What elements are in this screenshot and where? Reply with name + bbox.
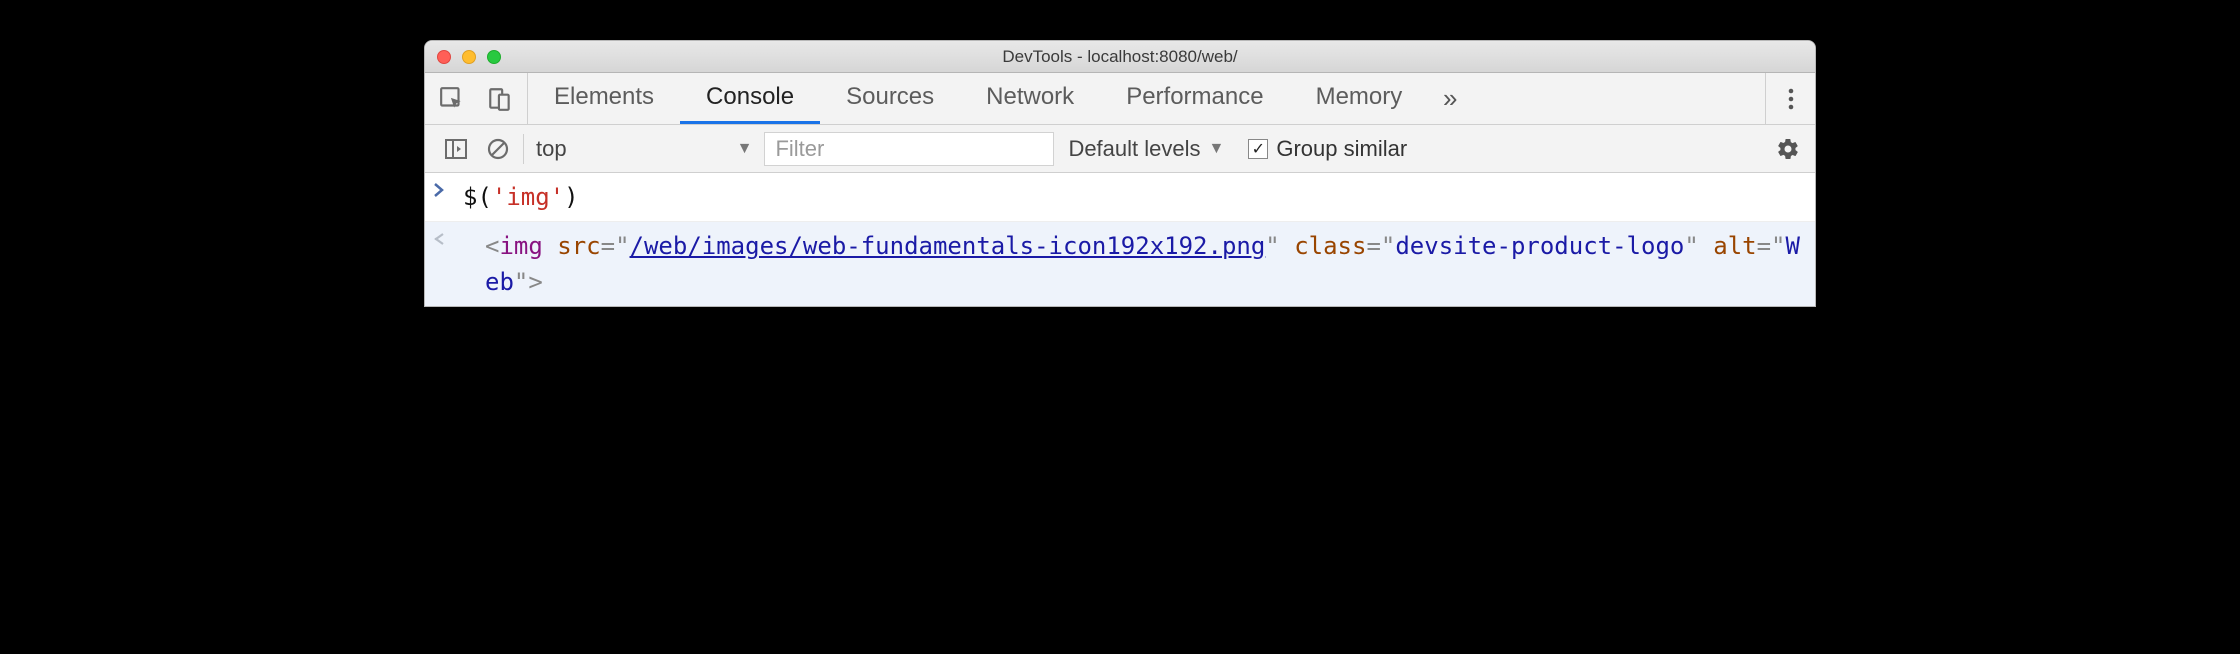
tab-elements[interactable]: Elements bbox=[528, 73, 680, 124]
context-label: top bbox=[536, 136, 567, 162]
checkbox-icon: ✓ bbox=[1248, 139, 1268, 159]
group-similar-label: Group similar bbox=[1276, 136, 1407, 162]
tab-label: Elements bbox=[554, 83, 654, 111]
console-output: $('img') <img src="/web/images/web-funda… bbox=[425, 173, 1815, 306]
tab-label: Performance bbox=[1126, 83, 1263, 111]
titlebar: DevTools - localhost:8080/web/ bbox=[425, 41, 1815, 73]
chevron-down-icon: ▼ bbox=[1209, 140, 1225, 158]
input-expression: $('img') bbox=[457, 179, 1805, 215]
console-toolbar: top ▼ Default levels ▼ ✓ Group similar bbox=[425, 125, 1815, 173]
tabs-overflow-button[interactable]: » bbox=[1428, 73, 1472, 124]
toggle-sidebar-icon[interactable] bbox=[439, 132, 473, 166]
tabbar-left-controls bbox=[425, 73, 528, 124]
input-chevron-icon bbox=[433, 179, 457, 197]
kebab-menu-icon bbox=[1788, 87, 1794, 111]
tab-performance[interactable]: Performance bbox=[1100, 73, 1289, 124]
tag-name: img bbox=[499, 232, 542, 260]
inspect-element-icon[interactable] bbox=[435, 82, 469, 116]
fn-token: $ bbox=[463, 183, 477, 211]
panel-tabs: Elements Console Sources Network Perform… bbox=[528, 73, 1765, 124]
filter-input[interactable] bbox=[764, 132, 1054, 166]
tab-label: Memory bbox=[1316, 83, 1403, 111]
close-window-button[interactable] bbox=[437, 50, 451, 64]
tab-memory[interactable]: Memory bbox=[1290, 73, 1429, 124]
tab-label: Sources bbox=[846, 83, 934, 111]
result-element: <img src="/web/images/web-fundamentals-i… bbox=[457, 228, 1805, 300]
tab-sources[interactable]: Sources bbox=[820, 73, 960, 124]
attr-value: devsite-product-logo bbox=[1395, 232, 1684, 260]
chevron-right-double-icon: » bbox=[1443, 83, 1457, 114]
output-chevron-icon bbox=[433, 228, 457, 246]
traffic-lights bbox=[425, 50, 501, 64]
attr-value-link[interactable]: /web/images/web-fundamentals-icon192x192… bbox=[630, 232, 1266, 260]
tab-label: Network bbox=[986, 83, 1074, 111]
tab-network[interactable]: Network bbox=[960, 73, 1100, 124]
devtools-menu-button[interactable] bbox=[1765, 73, 1815, 124]
attr-name: alt bbox=[1713, 232, 1756, 260]
minimize-window-button[interactable] bbox=[462, 50, 476, 64]
string-token: 'img' bbox=[492, 183, 564, 211]
attr-name: src bbox=[557, 232, 600, 260]
group-similar-checkbox[interactable]: ✓ Group similar bbox=[1238, 136, 1417, 162]
tab-bar: Elements Console Sources Network Perform… bbox=[425, 73, 1815, 125]
levels-label: Default levels bbox=[1068, 136, 1200, 162]
window-title: DevTools - localhost:8080/web/ bbox=[425, 47, 1815, 67]
chevron-down-icon: ▼ bbox=[737, 140, 753, 158]
attr-name: class bbox=[1294, 232, 1366, 260]
log-levels-selector[interactable]: Default levels ▼ bbox=[1054, 136, 1238, 162]
gear-icon bbox=[1776, 137, 1800, 161]
device-toolbar-icon[interactable] bbox=[483, 82, 517, 116]
execution-context-selector[interactable]: top ▼ bbox=[524, 136, 764, 162]
tab-label: Console bbox=[706, 83, 794, 111]
console-input-row[interactable]: $('img') bbox=[425, 173, 1815, 222]
console-settings-button[interactable] bbox=[1775, 132, 1809, 166]
console-result-row[interactable]: <img src="/web/images/web-fundamentals-i… bbox=[425, 222, 1815, 306]
zoom-window-button[interactable] bbox=[487, 50, 501, 64]
clear-console-icon[interactable] bbox=[481, 132, 515, 166]
tab-console[interactable]: Console bbox=[680, 73, 820, 124]
devtools-window: DevTools - localhost:8080/web/ Elements … bbox=[424, 40, 1816, 307]
